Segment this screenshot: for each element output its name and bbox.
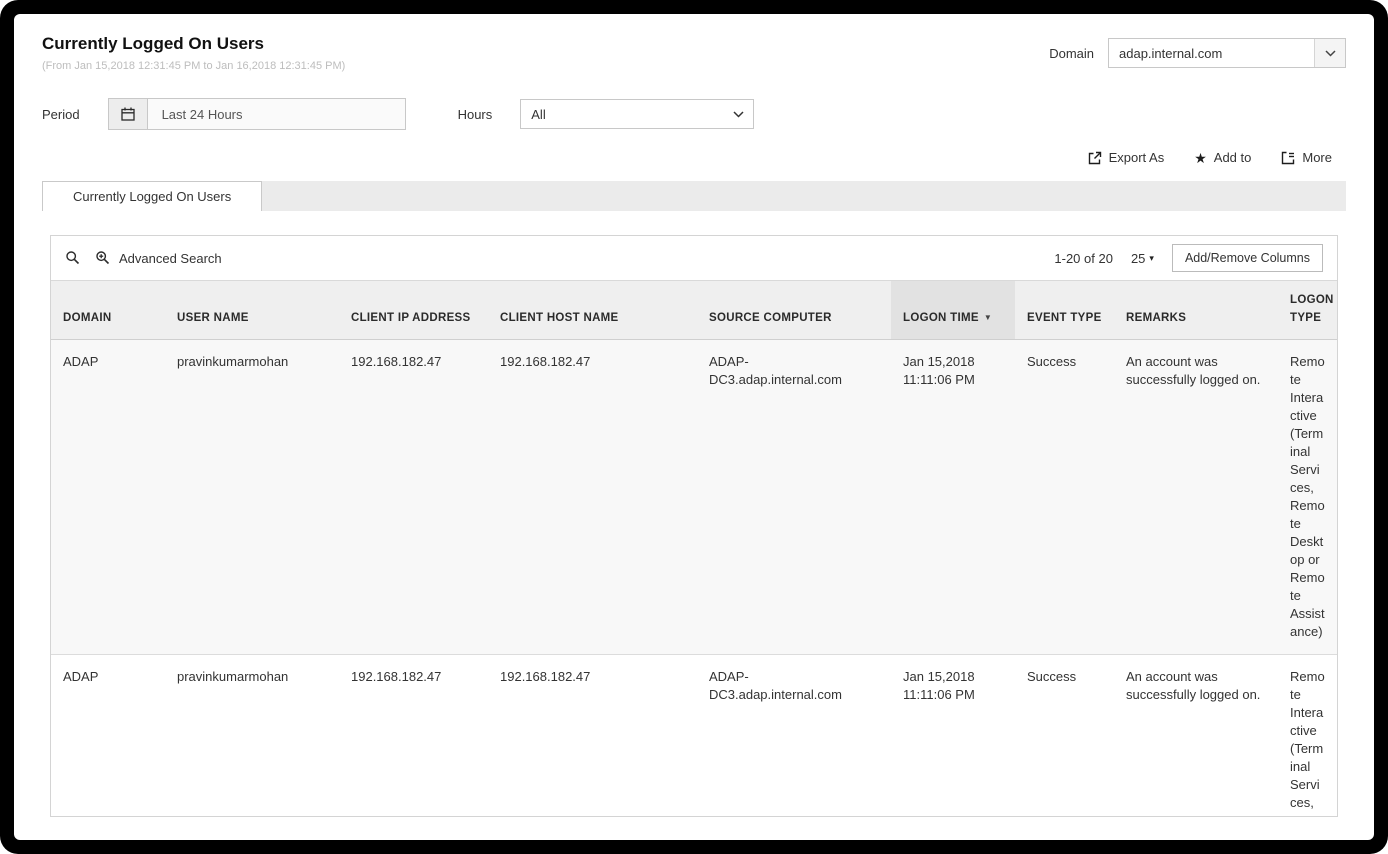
page-header: Currently Logged On Users (From Jan 15,2…: [28, 26, 1360, 72]
tab-currently-logged-on-users[interactable]: Currently Logged On Users: [42, 181, 262, 211]
actions-row: Export As ★ Add to More: [28, 150, 1332, 165]
column-header-logon-time[interactable]: LOGON TIME▼: [891, 281, 1015, 340]
export-icon: [1088, 151, 1102, 165]
report-date-range: (From Jan 15,2018 12:31:45 PM to Jan 16,…: [42, 60, 345, 72]
domain-select[interactable]: adap.internal.com: [1108, 38, 1346, 68]
toolbar-right: 1-20 of 20 25 ▾ Add/Remove Columns: [1054, 244, 1323, 272]
toolbar-left: Advanced Search: [65, 250, 222, 266]
logged-on-users-table: DOMAINUSER NAMECLIENT IP ADDRESSCLIENT H…: [51, 280, 1337, 817]
domain-select-value: adap.internal.com: [1109, 46, 1232, 61]
add-to-label: Add to: [1214, 150, 1252, 165]
more-button[interactable]: More: [1281, 150, 1332, 165]
column-header-user-name[interactable]: USER NAME: [165, 281, 339, 340]
tab-label: Currently Logged On Users: [73, 189, 231, 204]
cell-domain: ADAP: [51, 655, 165, 818]
calendar-icon[interactable]: [108, 98, 148, 130]
add-to-button[interactable]: ★ Add to: [1194, 150, 1251, 165]
page-content: Currently Logged On Users (From Jan 15,2…: [14, 14, 1374, 840]
cell-client-host-name: 192.168.182.47: [488, 655, 697, 818]
cell-logon-type: Remote Interactive (Terminal Services, R…: [1278, 655, 1337, 818]
cell-user-name: pravinkumarmohan: [165, 655, 339, 818]
cell-logon-time: Jan 15,2018 11:11:06 PM: [891, 655, 1015, 818]
table-head: DOMAINUSER NAMECLIENT IP ADDRESSCLIENT H…: [51, 281, 1337, 340]
column-header-client-host-name[interactable]: CLIENT HOST NAME: [488, 281, 697, 340]
hours-label: Hours: [458, 107, 493, 122]
more-label: More: [1302, 150, 1332, 165]
table-header-row: DOMAINUSER NAMECLIENT IP ADDRESSCLIENT H…: [51, 281, 1337, 340]
table-row: ADAPpravinkumarmohan192.168.182.47192.16…: [51, 655, 1337, 818]
filter-row: Period Hours All: [42, 98, 1346, 130]
column-header-remarks[interactable]: REMARKS: [1114, 281, 1278, 340]
page-size-select[interactable]: 25 ▾: [1131, 251, 1154, 266]
cell-remarks: An account was successfully logged on.: [1114, 655, 1278, 818]
column-header-event-type[interactable]: EVENT TYPE: [1015, 281, 1114, 340]
report-panel: Advanced Search 1-20 of 20 25 ▾ Add/Remo…: [50, 235, 1338, 817]
star-icon: ★: [1194, 151, 1207, 165]
add-remove-columns-button[interactable]: Add/Remove Columns: [1172, 244, 1323, 272]
hours-select[interactable]: All: [520, 99, 754, 129]
period-input[interactable]: [148, 98, 406, 130]
cell-event-type: Success: [1015, 340, 1114, 655]
window-frame: Currently Logged On Users (From Jan 15,2…: [0, 0, 1388, 854]
table-toolbar: Advanced Search 1-20 of 20 25 ▾ Add/Remo…: [51, 236, 1337, 280]
chevron-down-icon: [723, 100, 753, 128]
cell-remarks: An account was successfully logged on.: [1114, 340, 1278, 655]
cell-logon-type: Remote Interactive (Terminal Services, R…: [1278, 340, 1337, 655]
export-as-label: Export As: [1109, 150, 1165, 165]
domain-selector-block: Domain adap.internal.com: [1049, 38, 1346, 68]
cell-client-ip-address: 192.168.182.47: [339, 655, 488, 818]
column-header-source-computer[interactable]: SOURCE COMPUTER: [697, 281, 891, 340]
cell-source-computer: ADAP-DC3.adap.internal.com: [697, 655, 891, 818]
period-label: Period: [42, 107, 80, 122]
more-icon: [1281, 151, 1295, 165]
table-row: ADAPpravinkumarmohan192.168.182.47192.16…: [51, 340, 1337, 655]
cell-domain: ADAP: [51, 340, 165, 655]
pagination-range: 1-20 of 20: [1054, 251, 1113, 266]
chevron-down-icon: ▾: [1149, 253, 1154, 264]
search-icon[interactable]: [65, 250, 81, 266]
chevron-down-icon: [1314, 39, 1345, 67]
advanced-search-button[interactable]: Advanced Search: [95, 250, 222, 266]
cell-event-type: Success: [1015, 655, 1114, 818]
period-picker: [108, 98, 406, 130]
cell-client-ip-address: 192.168.182.47: [339, 340, 488, 655]
cell-logon-time: Jan 15,2018 11:11:06 PM: [891, 340, 1015, 655]
title-block: Currently Logged On Users (From Jan 15,2…: [42, 34, 345, 72]
tab-bar: Currently Logged On Users: [42, 181, 1346, 211]
sort-desc-icon: ▼: [984, 313, 992, 322]
advanced-search-icon: [95, 250, 111, 266]
cell-user-name: pravinkumarmohan: [165, 340, 339, 655]
advanced-search-label: Advanced Search: [119, 251, 222, 266]
domain-label: Domain: [1049, 46, 1094, 61]
export-as-button[interactable]: Export As: [1088, 150, 1165, 165]
page-size-value: 25: [1131, 251, 1145, 266]
table-body: ADAPpravinkumarmohan192.168.182.47192.16…: [51, 340, 1337, 818]
column-header-logon-type[interactable]: LOGON TYPE: [1278, 281, 1337, 340]
cell-client-host-name: 192.168.182.47: [488, 340, 697, 655]
hours-select-value: All: [521, 107, 555, 122]
page-title: Currently Logged On Users: [42, 34, 345, 54]
column-header-domain[interactable]: DOMAIN: [51, 281, 165, 340]
cell-source-computer: ADAP-DC3.adap.internal.com: [697, 340, 891, 655]
column-header-client-ip-address[interactable]: CLIENT IP ADDRESS: [339, 281, 488, 340]
